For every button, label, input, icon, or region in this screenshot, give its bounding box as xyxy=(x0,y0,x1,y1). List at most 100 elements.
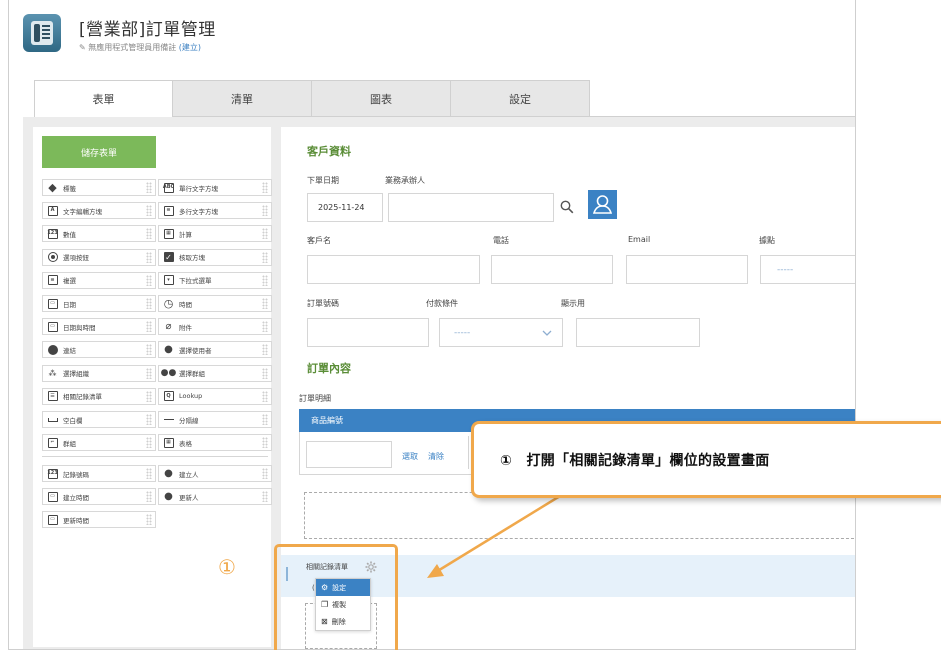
order-date-field[interactable]: 2025-11-24 xyxy=(307,193,383,222)
drag-grip-icon xyxy=(146,468,152,479)
customer-name-field[interactable] xyxy=(307,255,480,284)
user-icon: ● xyxy=(164,344,173,356)
divider-icon xyxy=(163,414,174,425)
app-title: [營業部]訂單管理 xyxy=(79,20,216,40)
palette-item-related-records[interactable]: ☰ 相關記錄清單 xyxy=(42,387,156,405)
save-form-button[interactable]: 儲存表單 xyxy=(42,136,156,168)
palette-item-rich-text[interactable]: A 文字編輯方塊 xyxy=(42,202,156,220)
palette-item-label: 記錄號碼 xyxy=(63,470,89,479)
palette-item-label: Lookup xyxy=(179,392,203,401)
drag-grip-icon xyxy=(146,298,152,309)
select-action[interactable]: 選取 xyxy=(402,451,418,462)
display-field[interactable] xyxy=(576,318,700,347)
palette-item-datetime[interactable]: ▭ 日期與時間 xyxy=(42,318,156,336)
phone-field[interactable] xyxy=(491,255,613,284)
drag-grip-icon xyxy=(262,182,268,193)
payment-terms-value: ----- xyxy=(454,327,471,338)
drag-grip-icon xyxy=(146,367,152,379)
payment-terms-dropdown[interactable]: ----- xyxy=(439,318,563,347)
attachment-icon: ⌀ xyxy=(165,321,172,333)
org-icon: ⁂ xyxy=(48,368,57,378)
order-number-field[interactable] xyxy=(307,318,429,347)
palette-item-link[interactable]: 連結 xyxy=(42,341,156,359)
email-field[interactable] xyxy=(626,255,748,284)
drop-zone xyxy=(304,492,855,539)
drag-grip-icon xyxy=(262,414,268,425)
create-note-link[interactable]: (建立) xyxy=(179,43,201,52)
palette-item-divider[interactable]: 分隔線 xyxy=(158,411,272,428)
clear-action[interactable]: 清除 xyxy=(428,451,444,462)
table-icon: ▦ xyxy=(163,437,174,448)
palette-item-creator[interactable]: ● 建立人 xyxy=(158,465,272,482)
palette-item-users[interactable]: ●● 選擇群組 xyxy=(158,364,272,382)
palette-item-date[interactable]: ▭ 日期 xyxy=(42,295,156,312)
tab-settings[interactable]: 設定 xyxy=(451,80,590,117)
app-description: ✎ 無應用程式管理員用備註 (建立) xyxy=(79,42,201,53)
payment-terms-label: 付款條件 xyxy=(426,299,458,308)
palette-item-updater[interactable]: ● 更新人 xyxy=(158,488,272,506)
palette-item-label: 更新時間 xyxy=(63,516,89,525)
clock-icon: ◷ xyxy=(163,297,174,310)
drag-grip-icon xyxy=(262,390,268,402)
tab-chart[interactable]: 圖表 xyxy=(312,80,451,117)
palette-item-label: 表格 xyxy=(179,439,192,448)
palette-item-label: 建立人 xyxy=(179,470,199,479)
palette-item-checkbox[interactable]: ✓ 核取方塊 xyxy=(158,248,272,266)
palette-item-calc[interactable]: ▦ 計算 xyxy=(158,225,272,243)
palette-item-group[interactable]: ⌐ 群組 xyxy=(42,434,156,452)
sales-rep-field[interactable] xyxy=(388,193,554,222)
section-order-title: 訂單內容 xyxy=(307,362,351,375)
user-picker-button[interactable] xyxy=(588,190,617,219)
tab-list[interactable]: 清單 xyxy=(173,80,312,117)
palette-item-label: 更新人 xyxy=(179,493,199,502)
link-icon xyxy=(47,344,58,355)
palette-item-list[interactable]: ≡ 複選 xyxy=(42,271,156,289)
palette-item-label: 核取方塊 xyxy=(179,254,205,263)
palette-item-label: 日期與時間 xyxy=(63,323,96,332)
drag-grip-icon xyxy=(146,182,152,193)
palette-item-space[interactable]: 空白欄 xyxy=(42,411,156,428)
drag-grip-icon xyxy=(262,298,268,309)
palette-item-created-time[interactable]: ▭ 建立時間 xyxy=(42,488,156,506)
drag-grip-icon xyxy=(146,344,152,356)
palette-item-multi-line[interactable]: ≡ 多行文字方塊 xyxy=(158,202,272,220)
space-icon xyxy=(47,414,58,425)
drag-grip-icon xyxy=(146,321,152,333)
drag-grip-icon xyxy=(262,321,268,333)
form-editor: 儲存表單 ◆ 標籤 A 文字編輯方塊 123 數值選項按鈕 ≡ 複選 ▭ 日期 ▭ 日期與時間 連結 ⁂ 選… xyxy=(23,117,855,649)
palette-item-radio[interactable]: 選項按鈕 xyxy=(42,248,156,266)
palette-item-dropdown[interactable]: ▾ 下拉式選單 xyxy=(158,271,272,289)
palette-item-label: 選擇組織 xyxy=(63,370,89,379)
order-number-label: 訂單號碼 xyxy=(307,299,339,308)
branch-dropdown[interactable]: ----- xyxy=(760,255,855,284)
drag-grip-icon xyxy=(146,491,152,503)
palette-item-org[interactable]: ⁂ 選擇組織 xyxy=(42,364,156,382)
related-records-icon: ☰ xyxy=(47,391,58,402)
palette-item-label: 分隔線 xyxy=(179,416,199,425)
drag-grip-icon xyxy=(146,205,152,217)
palette-item-number[interactable]: 123 數值 xyxy=(42,225,156,243)
palette-item-record-number[interactable]: 123 記錄號碼 xyxy=(42,465,156,482)
palette-item-attachment[interactable]: ⌀ 附件 xyxy=(158,318,272,336)
search-icon[interactable] xyxy=(560,199,574,214)
palette-item-clock[interactable]: ◷ 時間 xyxy=(158,295,272,312)
palette-item-updated-time[interactable]: ▭ 更新時間 xyxy=(42,511,156,529)
palette-item-tag[interactable]: ◆ 標籤 xyxy=(42,179,156,196)
drag-grip-icon xyxy=(262,228,268,240)
palette-item-label: 文字編輯方塊 xyxy=(63,207,102,216)
palette-item-single-line[interactable]: ABC 單行文字方塊 xyxy=(158,179,272,196)
palette-item-lookup[interactable]: Q Lookup xyxy=(158,387,272,405)
drag-grip-icon xyxy=(262,491,268,503)
palette-item-user[interactable]: ● 選擇使用者 xyxy=(158,341,272,359)
number-icon: 123 xyxy=(47,228,58,239)
tab-form[interactable]: 表單 xyxy=(34,80,173,117)
drag-grip-icon xyxy=(262,274,268,286)
order-detail-label: 訂單明細 xyxy=(299,394,331,403)
product-id-field[interactable] xyxy=(306,441,392,468)
app-window: [營業部]訂單管理 ✎ 無應用程式管理員用備註 (建立) 表單 清單 圖表 設定… xyxy=(8,0,856,650)
palette-item-table[interactable]: ▦ 表格 xyxy=(158,434,272,452)
drag-grip-icon xyxy=(146,437,152,449)
sales-rep-label: 業務承辦人 xyxy=(385,176,425,185)
group-icon: ⌐ xyxy=(47,437,58,448)
single-line-icon: ABC xyxy=(163,182,174,193)
